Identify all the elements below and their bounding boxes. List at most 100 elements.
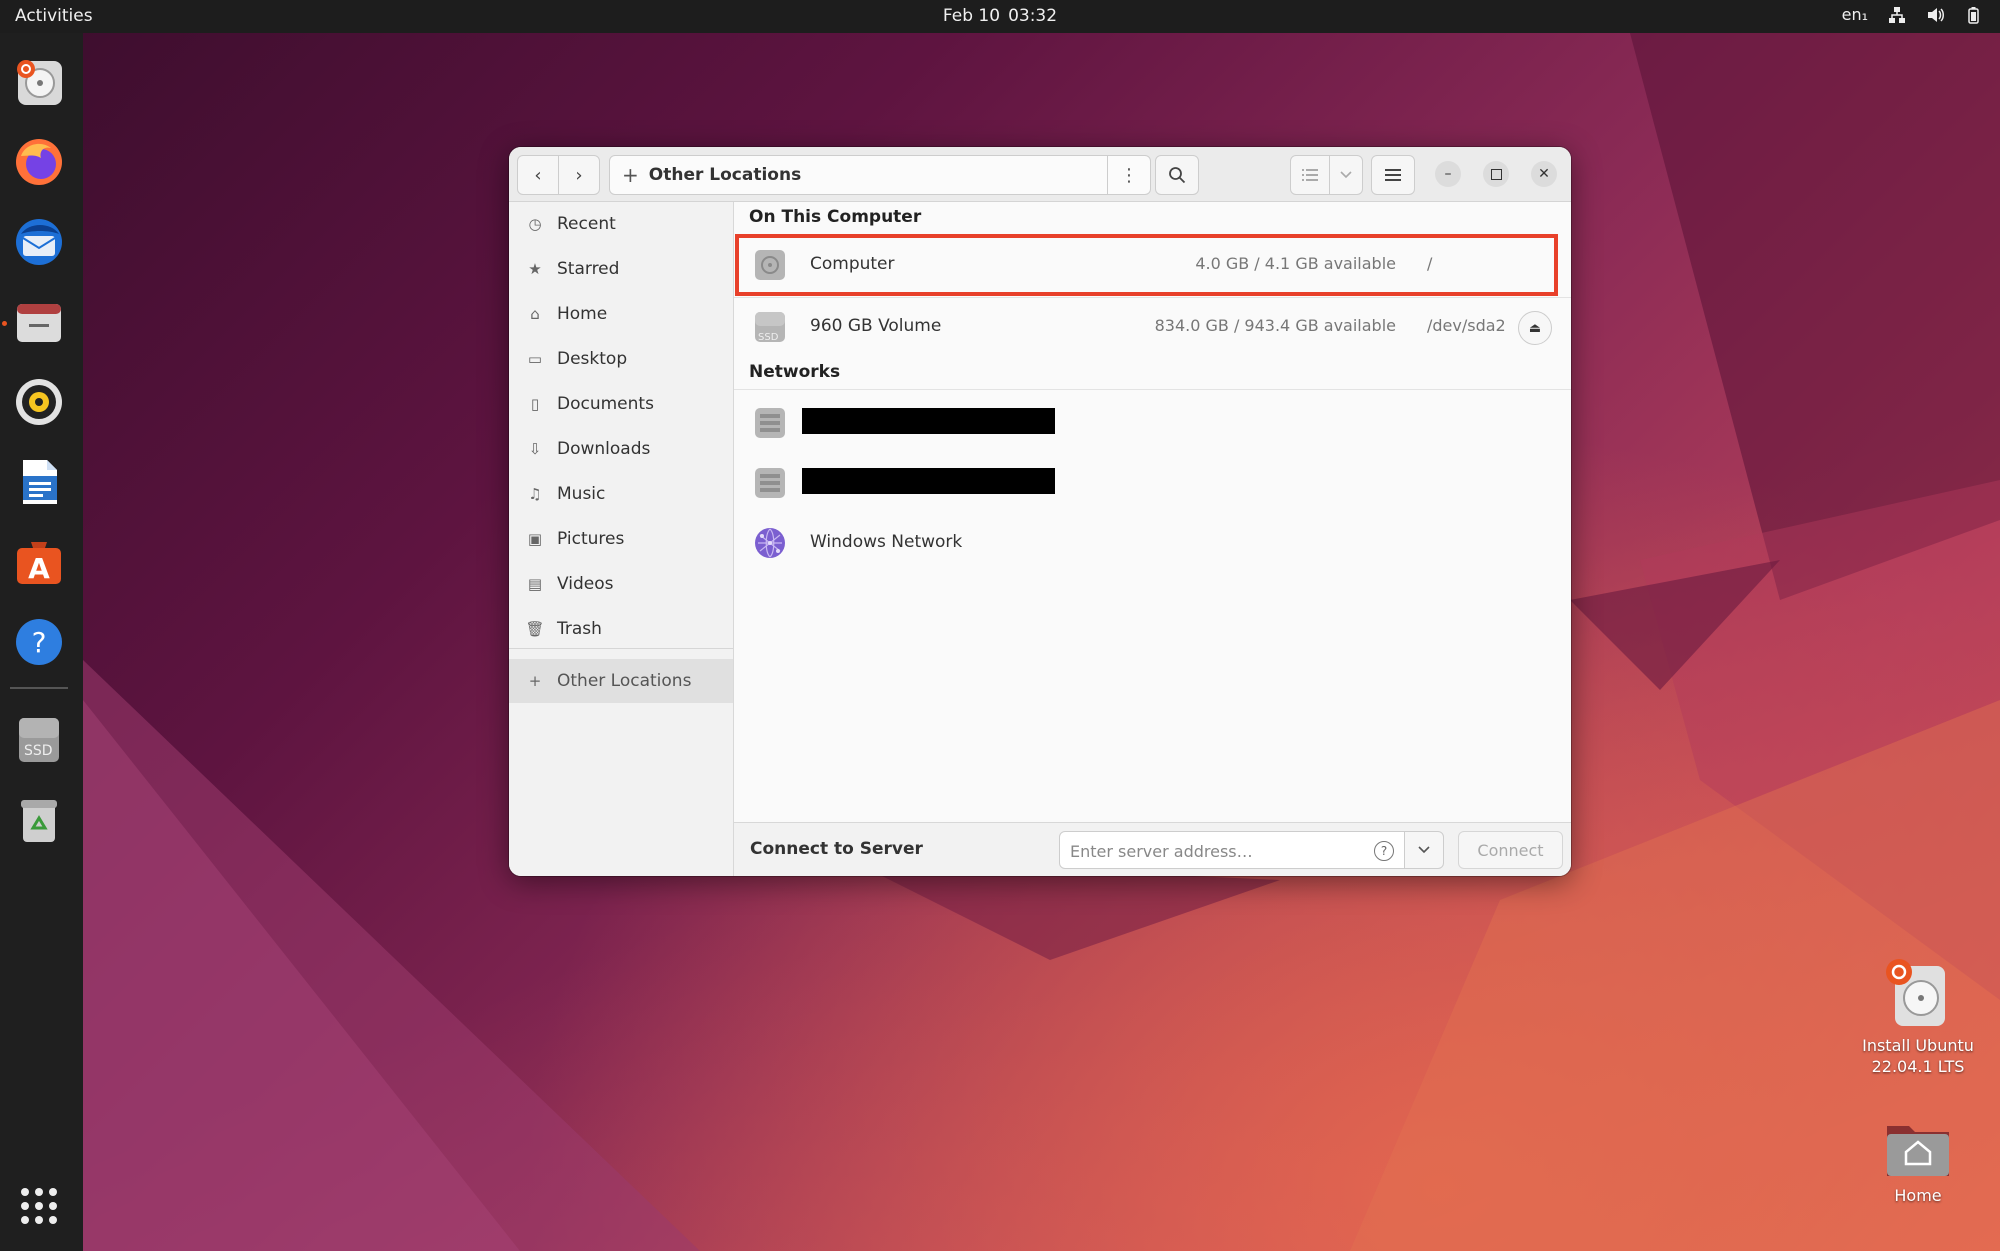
recent-servers-dropdown[interactable] xyxy=(1404,831,1444,869)
close-button[interactable]: ✕ xyxy=(1531,161,1557,187)
ssd-drive-icon[interactable]: SSD xyxy=(10,711,68,769)
header-bar: ‹ › + Other Locations ⋮ – ✕ xyxy=(509,147,1571,202)
section-networks: Networks xyxy=(749,362,841,382)
search-icon xyxy=(1169,167,1186,184)
sidebar-item-other-locations[interactable]: + Other Locations xyxy=(509,659,733,703)
sidebar-item-starred[interactable]: ★ Starred xyxy=(509,247,733,291)
drive-space: 834.0 GB / 943.4 GB available xyxy=(1154,316,1396,335)
home-icon: ⌂ xyxy=(530,305,540,323)
ssd-icon-label: SSD xyxy=(758,332,779,343)
location-menu-button[interactable]: ⋮ xyxy=(1107,156,1150,194)
sidebar-separator xyxy=(509,648,733,649)
thunderbird-icon[interactable] xyxy=(10,213,68,271)
home-folder-icon xyxy=(1887,1126,1949,1176)
drive-row-960gb-volume[interactable]: SSD 960 GB Volume 834.0 GB / 943.4 GB av… xyxy=(734,298,1571,356)
desktop-icon-label: Home xyxy=(1894,1186,1942,1205)
forward-button[interactable]: › xyxy=(558,155,600,195)
minimize-button[interactable]: – xyxy=(1435,161,1461,187)
back-button[interactable]: ‹ xyxy=(517,155,559,195)
help-icon[interactable]: ? xyxy=(1374,841,1394,861)
view-options-button[interactable] xyxy=(1329,155,1363,195)
section-divider xyxy=(734,389,1571,390)
desktop-icon-install-ubuntu[interactable]: Install Ubuntu 22.04.1 LTS xyxy=(1843,958,1993,1077)
network-globe-icon xyxy=(755,528,785,558)
connect-button[interactable]: Connect xyxy=(1458,831,1563,869)
network-row-redacted-2[interactable] xyxy=(734,454,1571,512)
star-icon: ★ xyxy=(528,260,542,278)
search-button[interactable] xyxy=(1155,155,1199,195)
eject-icon: ⏏ xyxy=(1528,320,1542,336)
maximize-button[interactable] xyxy=(1483,161,1509,187)
network-row-redacted-1[interactable] xyxy=(734,394,1571,452)
music-icon: ♫ xyxy=(528,485,542,503)
svg-text:A: A xyxy=(28,552,50,585)
main-menu-button[interactable] xyxy=(1371,155,1415,195)
sidebar-item-trash[interactable]: 🗑 Trash xyxy=(509,607,733,651)
clock-time: 03:32 xyxy=(1008,6,1058,26)
sidebar-item-downloads[interactable]: ⇩ Downloads xyxy=(509,427,733,471)
locations-view: On This Computer Computer 4.0 GB / 4.1 G… xyxy=(734,202,1571,822)
list-view-icon xyxy=(1302,169,1318,181)
eject-button[interactable]: ⏏ xyxy=(1518,311,1552,345)
places-sidebar: ◷ Recent ★ Starred ⌂ Home ▭ Desktop ▯ Documen… xyxy=(509,202,734,876)
ssd-drive-label: SSD xyxy=(24,743,53,759)
sidebar-item-music[interactable]: ♫ Music xyxy=(509,472,733,516)
svg-text:?: ? xyxy=(32,626,47,659)
location-bar[interactable]: + Other Locations ⋮ xyxy=(609,155,1151,195)
section-on-this-computer: On This Computer xyxy=(749,207,922,227)
drive-row-computer[interactable]: Computer 4.0 GB / 4.1 GB available / xyxy=(734,236,1571,294)
dock-separator xyxy=(10,687,68,689)
files-window: ‹ › + Other Locations ⋮ – ✕ ◷ Recent ★ Sta… xyxy=(509,147,1571,876)
sidebar-item-recent[interactable]: ◷ Recent xyxy=(509,202,733,246)
files-running-indicator xyxy=(2,321,7,326)
redacted-name xyxy=(802,468,1055,494)
server-address-field[interactable]: ? xyxy=(1059,831,1405,870)
clock[interactable]: Feb 10 03:32 xyxy=(0,6,2000,26)
clock-icon: ◷ xyxy=(528,215,542,233)
trash-icon[interactable] xyxy=(10,791,68,849)
sidebar-item-desktop[interactable]: ▭ Desktop xyxy=(509,337,733,381)
volume-icon[interactable] xyxy=(1926,6,1944,24)
view-list-button[interactable] xyxy=(1290,155,1330,195)
ubuntu-installer-icon[interactable] xyxy=(10,53,68,111)
chevron-down-icon xyxy=(1418,846,1430,854)
other-locations-icon: + xyxy=(622,163,639,187)
network-row-windows-network[interactable]: Windows Network xyxy=(734,514,1571,572)
desktop-icon-label: Install Ubuntu 22.04.1 LTS xyxy=(1862,1036,1974,1076)
language-indicator[interactable]: en₁ xyxy=(1842,5,1868,24)
network-server-icon xyxy=(755,468,785,498)
app-center-icon[interactable]: A xyxy=(10,533,68,591)
document-icon: ▯ xyxy=(530,395,540,413)
hard-disk-icon xyxy=(755,250,785,280)
battery-icon[interactable] xyxy=(1964,6,1982,24)
help-icon[interactable]: ? xyxy=(10,613,68,671)
files-icon[interactable] xyxy=(10,293,68,351)
plus-icon: + xyxy=(528,672,542,690)
system-tray[interactable]: en₁ xyxy=(1842,5,1982,24)
connect-to-server-bar: Connect to Server ? Connect xyxy=(734,822,1571,876)
dock: A ? SSD xyxy=(0,33,83,1251)
writer-icon[interactable] xyxy=(10,453,68,511)
network-icon[interactable] xyxy=(1888,6,1906,24)
drive-mount-path: / xyxy=(1427,254,1433,273)
firefox-icon[interactable] xyxy=(10,133,68,191)
ubuntu-installer-icon xyxy=(1886,959,1945,1026)
connect-to-server-label: Connect to Server xyxy=(750,839,923,859)
trash-icon: 🗑 xyxy=(525,620,545,638)
sidebar-item-videos[interactable]: ▤ Videos xyxy=(509,562,733,606)
drive-name: Computer xyxy=(810,254,895,274)
rhythmbox-icon[interactable] xyxy=(10,373,68,431)
sidebar-item-home[interactable]: ⌂ Home xyxy=(509,292,733,336)
network-name: Windows Network xyxy=(810,532,963,552)
network-server-icon xyxy=(755,408,785,438)
folder-icon: ▭ xyxy=(527,350,543,368)
sidebar-item-pictures[interactable]: ▣ Pictures xyxy=(509,517,733,561)
pictures-icon: ▣ xyxy=(527,530,543,548)
location-label: Other Locations xyxy=(648,165,802,185)
desktop-icon-home[interactable]: Home xyxy=(1843,1116,1993,1206)
clock-date: Feb 10 xyxy=(942,6,1001,26)
show-apps-icon[interactable] xyxy=(10,1177,68,1235)
sidebar-item-documents[interactable]: ▯ Documents xyxy=(509,382,733,426)
drive-name: 960 GB Volume xyxy=(810,316,942,336)
server-address-input[interactable] xyxy=(1060,832,1362,870)
